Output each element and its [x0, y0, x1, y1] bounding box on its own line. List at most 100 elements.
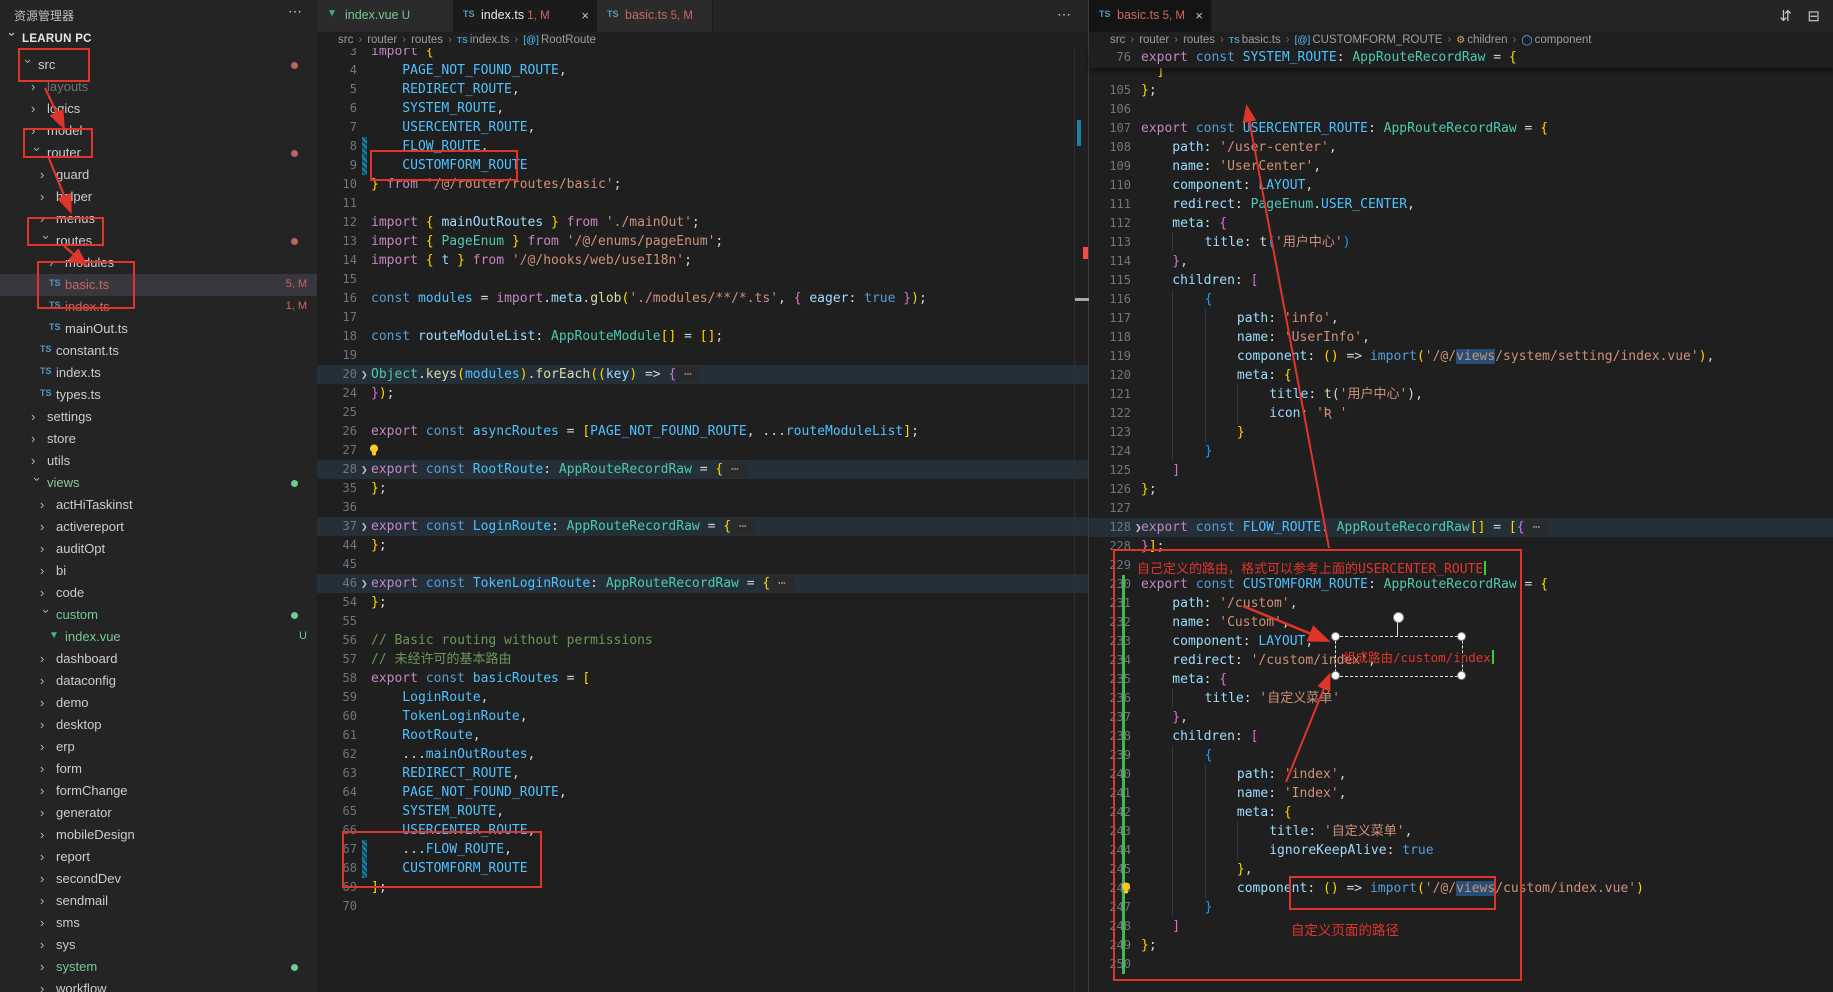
sidebar-item-dataconfig[interactable]: ›dataconfig — [0, 670, 317, 692]
line-number[interactable]: 24 — [317, 384, 357, 403]
code-line[interactable]: 116{ — [1089, 290, 1833, 309]
line-number[interactable]: 63 — [317, 764, 357, 783]
code-line[interactable]: 36 — [317, 498, 1088, 517]
close-icon[interactable]: × — [581, 8, 589, 23]
sidebar-item-index.vue[interactable]: ▼index.vueU — [0, 626, 317, 648]
code-line[interactable]: 230export const CUSTOMFORM_ROUTE: AppRou… — [1089, 575, 1833, 594]
code-line[interactable]: 37❯export const LoginRoute: AppRouteReco… — [317, 517, 1088, 536]
line-number[interactable]: 126 — [1089, 480, 1131, 499]
breadcrumb-item[interactable]: CUSTOMFORM_ROUTE — [1311, 34, 1443, 46]
tab-index.vue[interactable]: ▼index.vue U — [317, 0, 454, 32]
tab-basic.ts[interactable]: TSbasic.ts 5, M — [597, 0, 713, 32]
code-line[interactable]: 125] — [1089, 461, 1833, 480]
code-line[interactable]: 238children: [ — [1089, 727, 1833, 746]
selection-handle[interactable] — [1331, 632, 1340, 641]
line-number[interactable]: 121 — [1089, 385, 1131, 404]
sidebar-item-layouts[interactable]: ›layouts — [0, 76, 317, 98]
line-number[interactable]: 44 — [317, 536, 357, 555]
selection-handle[interactable] — [1457, 632, 1466, 641]
sidebar-item-desktop[interactable]: ›desktop — [0, 714, 317, 736]
line-number[interactable]: 68 — [317, 859, 357, 878]
line-number[interactable]: 61 — [317, 726, 357, 745]
line-number[interactable]: 105 — [1089, 81, 1131, 100]
line-number[interactable]: 118 — [1089, 328, 1131, 347]
sidebar-item-report[interactable]: ›report — [0, 846, 317, 868]
code-line[interactable]: 19 — [317, 346, 1088, 365]
breadcrumb-item[interactable]: routes — [410, 34, 444, 46]
sidebar-item-system[interactable]: ›system — [0, 956, 317, 978]
line-number[interactable]: 3 — [317, 48, 357, 61]
code-line[interactable]: 123} — [1089, 423, 1833, 442]
line-number[interactable]: 16 — [317, 289, 357, 308]
line-number[interactable]: 36 — [317, 498, 357, 517]
sidebar-item-generator[interactable]: ›generator — [0, 802, 317, 824]
breadcrumb-item[interactable]: router — [1138, 34, 1170, 46]
line-number[interactable]: 128 — [1089, 518, 1131, 537]
sidebar-item-mainOut.ts[interactable]: TSmainOut.ts — [0, 318, 317, 340]
line-number[interactable]: 17 — [317, 308, 357, 327]
line-number[interactable]: 37 — [317, 517, 357, 536]
code-line[interactable]: 244ignoreKeepAlive: true — [1089, 841, 1833, 860]
sidebar-item-model[interactable]: ›model — [0, 120, 317, 142]
sidebar-item-activereport[interactable]: ›activereport — [0, 516, 317, 538]
code-line[interactable]: 4PAGE_NOT_FOUND_ROUTE, — [317, 61, 1088, 80]
sidebar-item-router[interactable]: ›router — [0, 142, 317, 164]
code-line[interactable]: 58export const basicRoutes = [ — [317, 669, 1088, 688]
code-line[interactable]: 69]; — [317, 878, 1088, 897]
breadcrumb-item[interactable]: component — [1534, 34, 1593, 46]
code-line[interactable]: 16const modules = import.meta.glob('./mo… — [317, 289, 1088, 308]
fold-chevron-icon[interactable]: ❯ — [361, 460, 368, 479]
code-line[interactable]: 112meta: { — [1089, 214, 1833, 233]
lightbulb-icon[interactable] — [1119, 881, 1133, 895]
breadcrumb-item[interactable]: router — [366, 34, 398, 46]
code-line[interactable]: 3import { — [317, 48, 1088, 61]
line-number[interactable]: 7 — [317, 118, 357, 137]
line-number[interactable]: 27 — [317, 441, 357, 460]
line-number[interactable]: 25 — [317, 403, 357, 422]
close-icon[interactable]: × — [1195, 8, 1203, 23]
line-number[interactable]: 55 — [317, 612, 357, 631]
code-line[interactable]: 122icon: 'Ʀ ' — [1089, 404, 1833, 423]
line-number[interactable]: 228 — [1089, 537, 1131, 556]
code-line[interactable]: 246component: () => import('/@/views/cus… — [1089, 879, 1833, 898]
line-number[interactable]: 20 — [317, 365, 357, 384]
code-line[interactable]: 241name: 'Index', — [1089, 784, 1833, 803]
line-number[interactable]: 8 — [317, 137, 357, 156]
line-number[interactable]: 67 — [317, 840, 357, 859]
line-number[interactable]: 13 — [317, 232, 357, 251]
sticky-code-line[interactable]: 76export const SYSTEM_ROUTE: AppRouteRec… — [1089, 48, 1833, 68]
line-number[interactable]: 117 — [1089, 309, 1131, 328]
code-line[interactable]: 105}; — [1089, 81, 1833, 100]
selection-handle[interactable] — [1331, 671, 1340, 680]
code-line[interactable]: 11 — [317, 194, 1088, 213]
code-line[interactable]: 55 — [317, 612, 1088, 631]
code-line[interactable]: 68CUSTOMFORM_ROUTE — [317, 859, 1088, 878]
line-number[interactable]: 58 — [317, 669, 357, 688]
line-number[interactable]: 6 — [317, 99, 357, 118]
sidebar-item-index.ts[interactable]: TSindex.ts — [0, 362, 317, 384]
code-line[interactable]: 248] — [1089, 917, 1833, 936]
code-line[interactable]: 119component: () => import('/@/views/sys… — [1089, 347, 1833, 366]
line-number[interactable]: 66 — [317, 821, 357, 840]
sidebar-item-workflow[interactable]: ›workflow — [0, 978, 317, 992]
code-line[interactable]: 234redirect: '/custom/index', — [1089, 651, 1833, 670]
line-number[interactable]: 108 — [1089, 138, 1131, 157]
code-line[interactable]: 35}; — [317, 479, 1088, 498]
code-line[interactable]: 243title: '自定义菜单', — [1089, 822, 1833, 841]
sidebar-item-demo[interactable]: ›demo — [0, 692, 317, 714]
tab-index.ts[interactable]: TSindex.ts 1, M× — [453, 0, 598, 32]
code-line[interactable]: 64PAGE_NOT_FOUND_ROUTE, — [317, 783, 1088, 802]
sidebar-item-store[interactable]: ›store — [0, 428, 317, 450]
line-number[interactable]: 9 — [317, 156, 357, 175]
code-line[interactable]: 239{ — [1089, 746, 1833, 765]
line-number[interactable]: 46 — [317, 574, 357, 593]
code-line[interactable]: 54}; — [317, 593, 1088, 612]
code-line[interactable]: 60TokenLoginRoute, — [317, 707, 1088, 726]
sidebar-item-logics[interactable]: ›logics — [0, 98, 317, 120]
sidebar-item-basic.ts[interactable]: TSbasic.ts5, M — [0, 274, 317, 296]
line-number[interactable]: 119 — [1089, 347, 1131, 366]
line-number[interactable]: 35 — [317, 479, 357, 498]
code-line[interactable]: 15 — [317, 270, 1088, 289]
line-number[interactable]: 64 — [317, 783, 357, 802]
sidebar-item-src[interactable]: ›src — [0, 54, 317, 76]
